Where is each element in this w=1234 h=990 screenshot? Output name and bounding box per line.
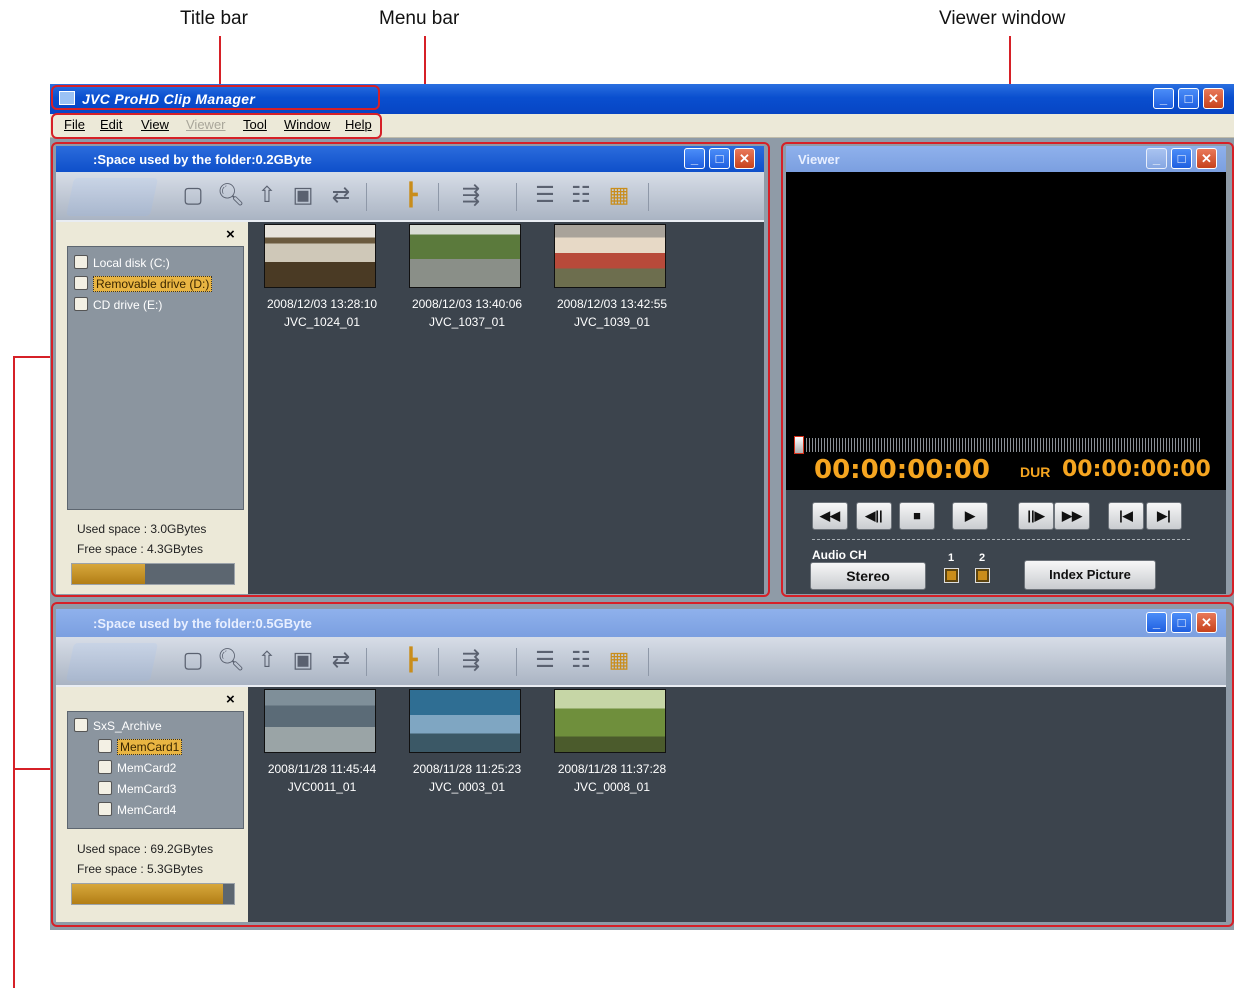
callout-box-title-bar [51, 85, 380, 110]
callout-line [13, 356, 51, 358]
callout-line [13, 356, 15, 988]
callout-box-browser-1 [51, 142, 770, 597]
close-button[interactable]: ✕ [1203, 88, 1224, 109]
callout-box-menu-bar [51, 113, 382, 139]
callout-line [13, 768, 51, 770]
callout-box-browser-2 [51, 602, 1234, 927]
maximize-button[interactable]: □ [1178, 88, 1199, 109]
callout-box-viewer [781, 142, 1234, 597]
callout-line [219, 36, 221, 84]
callout-viewer-window: Viewer window [939, 8, 1066, 29]
minimize-button[interactable]: _ [1153, 88, 1174, 109]
callout-menu-bar: Menu bar [379, 8, 460, 29]
callout-title-bar: Title bar [180, 8, 248, 29]
